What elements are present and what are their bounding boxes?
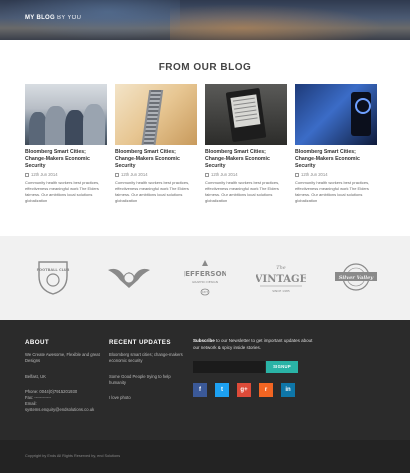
post-title[interactable]: Bloomberg Smart Cities; Change-Makers Ec… [25, 149, 107, 170]
post-title[interactable]: Bloomberg Smart Cities; Change-Makers Ec… [115, 149, 197, 170]
post-excerpt: Community health workers best practices,… [25, 180, 100, 203]
post-date-text: 12th Jun 2014 [121, 172, 148, 177]
silver-valley-logo[interactable]: Silver Valley [333, 260, 379, 294]
post-date: 12th Jun 2014 [295, 172, 377, 177]
update-link[interactable]: Bloomberg smart cities; change-makers ec… [109, 352, 189, 364]
about-tagline: We Create Awesome, Flexible and great De… [25, 352, 100, 363]
calendar-icon [295, 172, 299, 177]
blog-post-card[interactable]: Bloomberg Smart Cities; Change-Makers Ec… [25, 84, 107, 204]
football-club-logo[interactable]: FOOTBALL CLUB [36, 258, 70, 296]
update-link[interactable]: Some Good People trying to help humanity [109, 374, 179, 386]
post-thumbnail[interactable] [115, 84, 197, 145]
newsletter-text: Subscribe to our Newsletter to get impor… [193, 338, 313, 351]
blog-post-card[interactable]: Bloomberg Smart Cities; Change-Makers Ec… [205, 84, 287, 204]
site-brand[interactable]: MY BLOG BY YOU [25, 15, 81, 21]
eagle-emblem-logo[interactable] [106, 262, 152, 292]
vintage-text: VINTAGE [256, 274, 306, 285]
vintage-pre: The [276, 265, 286, 271]
hero-banner: MY BLOG BY YOU [0, 0, 410, 40]
about-heading: ABOUT [25, 339, 49, 346]
jefferson-year: 1873 [202, 291, 209, 294]
facebook-icon[interactable]: f [193, 383, 207, 397]
newsletter-bold: Subscribe [193, 338, 215, 343]
blog-post-card[interactable]: Bloomberg Smart Cities; Change-Makers Ec… [115, 84, 197, 204]
rss-icon[interactable]: r [259, 383, 273, 397]
update-link[interactable]: I love photo [109, 395, 131, 401]
recent-updates-heading: RECENT UPDATES [109, 339, 171, 346]
post-excerpt: Community health workers best practices,… [205, 180, 280, 203]
vintage-logo[interactable]: The VINTAGE SINCE 1985 [256, 260, 306, 296]
google-plus-icon[interactable]: g+ [237, 383, 251, 397]
blog-post-card[interactable]: Bloomberg Smart Cities; Change-Makers Ec… [295, 84, 377, 204]
linkedin-icon[interactable]: in [281, 383, 295, 397]
calendar-icon [115, 172, 119, 177]
post-date: 12th Jun 2014 [25, 172, 107, 177]
jefferson-sub: GRAPHIC DESIGN [192, 280, 218, 284]
copyright-text: Copyright by Ends All Rights Reserved by… [25, 454, 121, 458]
post-date-text: 12th Jun 2014 [31, 172, 58, 177]
post-date: 12th Jun 2014 [115, 172, 197, 177]
post-date-text: 12th Jun 2014 [211, 172, 238, 177]
about-email[interactable]: systems.enquiry@endsolutions.co.uk [25, 407, 94, 413]
post-thumbnail[interactable] [295, 84, 377, 145]
post-thumbnail[interactable] [205, 84, 287, 145]
calendar-icon [25, 172, 29, 177]
post-excerpt: Community health workers best practices,… [115, 180, 190, 203]
post-title[interactable]: Bloomberg Smart Cities; Change-Makers Ec… [205, 149, 287, 170]
post-excerpt: Community health workers best practices,… [295, 180, 370, 203]
newsletter-email-input[interactable] [193, 361, 265, 373]
section-title: FROM OUR BLOG [158, 62, 252, 73]
football-club-text: FOOTBALL CLUB [37, 268, 70, 272]
jefferson-text: JEFFERSON [184, 269, 226, 278]
vintage-sub: SINCE 1985 [272, 289, 290, 293]
signup-button[interactable]: SIGNUP [266, 361, 298, 373]
post-thumbnail[interactable] [25, 84, 107, 145]
silver-valley-text: Silver Valley [339, 275, 375, 281]
brand-bold: MY BLOG [25, 15, 55, 21]
post-date: 12th Jun 2014 [205, 172, 287, 177]
twitter-icon[interactable]: t [215, 383, 229, 397]
brand-light: BY YOU [56, 15, 82, 21]
post-title[interactable]: Bloomberg Smart Cities; Change-Makers Ec… [295, 149, 377, 170]
jefferson-logo[interactable]: JEFFERSON GRAPHIC DESIGN 1873 [184, 258, 226, 298]
about-location: Belfast, UK [25, 374, 46, 379]
post-date-text: 12th Jun 2014 [301, 172, 328, 177]
calendar-icon [205, 172, 209, 177]
